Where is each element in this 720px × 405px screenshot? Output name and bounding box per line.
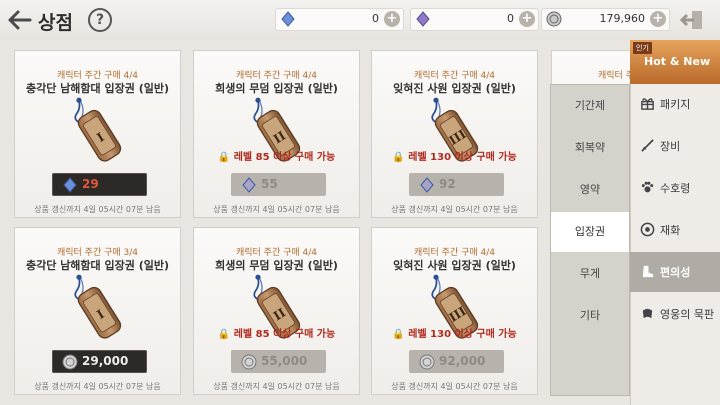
level-requirement: 🔒 레벨 85 이상 구매 가능 xyxy=(217,329,336,340)
buy-button[interactable]: 55 xyxy=(231,173,326,196)
price-value: 29 xyxy=(82,177,99,191)
buy-button[interactable]: 92,000 xyxy=(409,350,504,373)
product-name: 잊혀진 사원 입장권 (일반) xyxy=(393,259,516,272)
price-value: 29,000 xyxy=(82,354,129,368)
product-name: 충각단 남해함대 입장권 (일반) xyxy=(26,82,169,95)
silver-coin-icon xyxy=(546,11,562,27)
entry-ticket-icon: II xyxy=(253,97,301,162)
submenu-item[interactable]: 기타 xyxy=(551,296,629,336)
sidebar-item[interactable]: 영웅의 묵판 xyxy=(630,294,720,334)
blue-crystal-amount: 0 xyxy=(372,12,379,25)
lock-icon: 🔒 xyxy=(392,329,405,340)
lock-icon: 🔒 xyxy=(217,329,231,340)
product-card[interactable]: 캐릭터 주간 구매 3/4 충각단 남해함대 입장권 (일반) I 29,000… xyxy=(14,227,181,395)
refresh-timer: 상품 갱신까지 4일 05시간 07분 남음 xyxy=(391,205,518,214)
sidebar-item-label: 패키지 xyxy=(660,98,691,111)
refresh-timer: 상품 갱신까지 4일 05시간 07분 남음 xyxy=(391,382,518,391)
blue-crystal-currency: 0 + xyxy=(275,8,404,31)
sidebar-item-label: 영웅의 묵판 xyxy=(660,308,715,321)
product-card[interactable]: 캐릭터 주간 구매 4/4 희생의 무덤 입장권 (일반) II 🔒 레벨 85… xyxy=(193,227,360,395)
sidebar-item[interactable]: 재화 xyxy=(630,210,720,250)
buy-button[interactable]: 29 xyxy=(52,173,147,196)
blue-crystal-icon xyxy=(63,177,77,193)
silver-coin-icon xyxy=(419,354,435,370)
add-silver-coin-button[interactable]: + xyxy=(650,11,666,27)
level-requirement: 🔒 레벨 85 이상 구매 가능 xyxy=(217,152,336,163)
level-requirement: 🔒 레벨 130 이상 구매 가능 xyxy=(392,152,517,163)
product-name: 잊혀진 사원 입장권 (일반) xyxy=(393,82,516,95)
refresh-timer: 상품 갱신까지 4일 05시간 07분 남음 xyxy=(213,382,340,391)
product-card[interactable]: 캐릭터 주간 구매 4/4 잊혀진 사원 입장권 (일반) III 🔒 레벨 1… xyxy=(371,50,538,218)
product-name: 희생의 무덤 입장권 (일반) xyxy=(215,82,338,95)
buy-button[interactable]: 55,000 xyxy=(231,350,326,373)
blue-crystal-icon xyxy=(420,177,434,193)
back-arrow-icon[interactable] xyxy=(6,9,32,31)
lock-icon: 🔒 xyxy=(392,152,405,163)
sidebar-item-label: 편의성 xyxy=(660,266,691,279)
add-blue-crystal-button[interactable]: + xyxy=(384,11,400,27)
product-card[interactable]: 캐릭터 주간 구매 4/4 잊혀진 사원 입장권 (일반) III 🔒 레벨 1… xyxy=(371,227,538,395)
refresh-timer: 상품 갱신까지 4일 05시간 07분 남음 xyxy=(34,382,161,391)
product-name: 충각단 남해함대 입장권 (일반) xyxy=(26,259,169,272)
price-value: 92,000 xyxy=(439,354,486,368)
refresh-timer: 상품 갱신까지 4일 05시간 07분 남음 xyxy=(213,205,340,214)
product-card[interactable]: 캐릭터 주간 구매 4/4 희생의 무덤 입장권 (일반) II 🔒 레벨 85… xyxy=(193,50,360,218)
entry-ticket-icon: III xyxy=(431,97,479,162)
hot-new-label: Hot & New xyxy=(644,55,711,68)
submenu-item[interactable]: 영약 xyxy=(551,170,629,210)
product-name: 희생의 무덤 입장권 (일반) xyxy=(215,259,338,272)
page-title: 상점 xyxy=(38,12,73,34)
submenu-item[interactable]: 무게 xyxy=(551,254,629,294)
sidebar-item-label: 수호령 xyxy=(660,182,691,195)
lock-icon: 🔒 xyxy=(217,152,231,163)
silver-coin-amount: 179,960 xyxy=(599,12,646,25)
purple-crystal-currency: 0 + xyxy=(410,8,539,31)
gift-icon xyxy=(641,98,654,110)
submenu-item[interactable]: 기간제 xyxy=(551,86,629,126)
sidebar-item-label: 장비 xyxy=(660,140,681,153)
entry-ticket-icon: I xyxy=(74,97,122,162)
popular-tag: 인기 xyxy=(633,42,652,54)
purple-crystal-icon xyxy=(416,11,430,27)
purple-crystal-amount: 0 xyxy=(507,12,514,25)
scroll-icon xyxy=(642,308,653,319)
sidebar-item[interactable]: 장비 xyxy=(630,126,720,166)
price-value: 55,000 xyxy=(261,354,308,368)
sidebar-item[interactable]: 수호령 xyxy=(630,168,720,208)
silver-coin-currency: 179,960 + xyxy=(541,8,670,31)
sidebar-item-hot-new[interactable]: 인기 Hot & New xyxy=(630,40,720,84)
add-purple-crystal-button[interactable]: + xyxy=(519,11,535,27)
entry-ticket-icon: I xyxy=(74,274,122,339)
product-card[interactable]: 캐릭터 주간 구매 4/4 충각단 남해함대 입장권 (일반) I 29 상품 … xyxy=(14,50,181,218)
silver-coin-icon xyxy=(62,354,78,370)
sidebar-item[interactable]: 패키지 xyxy=(630,84,720,124)
boot-icon xyxy=(642,265,654,278)
price-value: 92 xyxy=(439,177,456,191)
price-value: 55 xyxy=(261,177,278,191)
help-button[interactable]: ? xyxy=(88,8,112,32)
silver-coin-icon xyxy=(241,354,257,370)
buy-button[interactable]: 92 xyxy=(409,173,504,196)
level-requirement: 🔒 레벨 130 이상 구매 가능 xyxy=(392,329,517,340)
submenu-item[interactable]: 회복약 xyxy=(551,128,629,168)
blue-crystal-icon xyxy=(242,177,256,193)
blue-crystal-icon xyxy=(281,11,295,27)
buy-button[interactable]: 29,000 xyxy=(52,350,147,373)
coin-icon xyxy=(640,222,655,237)
sidebar-item-label: 재화 xyxy=(660,224,681,237)
paw-icon xyxy=(641,181,654,193)
sidebar-item[interactable]: 편의성 xyxy=(630,252,720,292)
entry-ticket-icon: III xyxy=(431,274,479,339)
refresh-timer: 상품 갱신까지 4일 05시간 07분 남음 xyxy=(34,205,161,214)
submenu-item[interactable]: 입장권 xyxy=(551,212,629,252)
exit-icon[interactable] xyxy=(680,9,704,31)
sword-icon xyxy=(641,139,654,152)
entry-ticket-icon: II xyxy=(253,274,301,339)
